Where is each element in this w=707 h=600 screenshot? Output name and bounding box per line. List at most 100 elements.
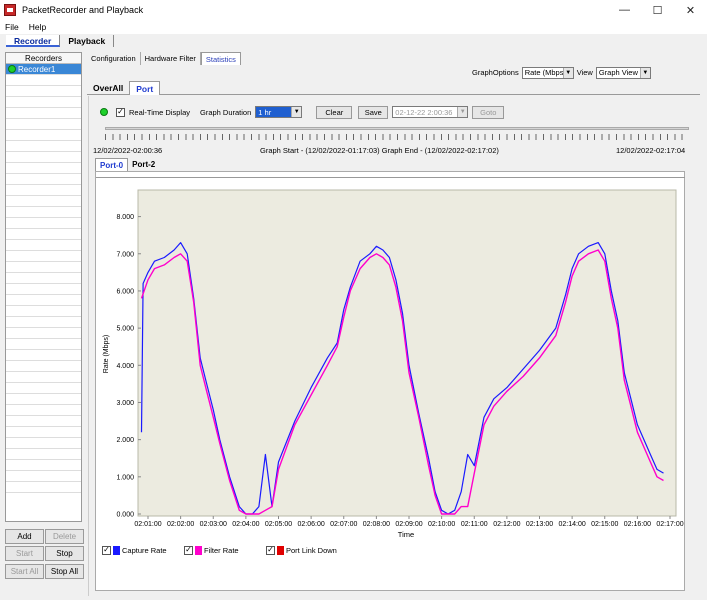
stop-button[interactable]: Stop <box>45 546 84 561</box>
minimize-button[interactable]: — <box>608 0 641 20</box>
stop-all-button[interactable]: Stop All <box>45 564 84 579</box>
list-empty-row <box>6 119 81 130</box>
x-axis-label: Time <box>398 530 414 539</box>
chevron-down-icon: ▼ <box>457 107 468 117</box>
legend-checkbox[interactable]: ✓ <box>266 545 275 555</box>
duration-select[interactable]: 1 hr ▼ <box>255 106 303 118</box>
x-tick-label: 02:10:00 <box>428 521 455 528</box>
clear-button[interactable]: Clear <box>316 105 353 119</box>
list-empty-row <box>6 427 81 438</box>
tab-overall[interactable]: OverAll <box>87 81 129 95</box>
datetime-value: 02-12-22 2:00:36 <box>395 107 453 117</box>
graph-controls: ✓ Real-Time Display Graph Duration 1 hr … <box>100 105 505 119</box>
list-empty-row <box>6 163 81 174</box>
recorders-list: Recorders Recorder1 <box>5 52 82 522</box>
legend-port-link-down[interactable]: ✓ Port Link Down <box>266 544 337 556</box>
graph-options: GraphOptions Rate (Mbps) ▼ View Graph Vi… <box>472 66 651 79</box>
status-led-icon <box>8 65 16 73</box>
list-empty-row <box>6 262 81 273</box>
list-empty-row <box>6 185 81 196</box>
list-empty-row <box>6 207 81 218</box>
tab-configuration[interactable]: Configuration <box>87 52 141 65</box>
tab-hardware-filter[interactable]: Hardware Filter <box>141 52 201 65</box>
recorder-item-label: Recorder1 <box>18 64 56 74</box>
x-tick-label: 02:07:00 <box>330 521 357 528</box>
start-all-button[interactable]: Start All <box>5 564 44 579</box>
goto-button[interactable]: Goto <box>472 105 505 119</box>
realtime-checkbox[interactable]: ✓ <box>116 107 125 117</box>
slider-ticks <box>105 134 689 140</box>
legend-label: Filter Rate <box>204 545 239 555</box>
x-tick-label: 02:12:00 <box>493 521 520 528</box>
list-empty-row <box>6 350 81 361</box>
y-axis-label: Rate (Mbps) <box>103 335 110 374</box>
legend-label: Capture Rate <box>122 545 167 555</box>
save-button[interactable]: Save <box>358 105 389 119</box>
legend-checkbox[interactable]: ✓ <box>102 545 111 555</box>
duration-select-value: 1 hr <box>258 107 272 117</box>
rate-select-value: Rate (Mbps) <box>524 68 566 77</box>
datetime-picker[interactable]: 02-12-22 2:00:36 ▼ <box>392 106 469 118</box>
view-select[interactable]: Graph View ▼ <box>595 66 651 79</box>
x-tick-label: 02:04:00 <box>232 521 259 528</box>
recorder-item[interactable]: Recorder1 <box>6 64 81 75</box>
title-bar: PacketRecorder and Playback — ☐ ✕ <box>0 0 707 20</box>
legend-swatch <box>277 545 284 555</box>
main-tabs: Recorder Playback <box>0 34 707 47</box>
view-label: View <box>576 68 593 77</box>
list-empty-row <box>6 86 81 97</box>
tab-recorder[interactable]: Recorder <box>6 35 61 47</box>
tab-playback[interactable]: Playback <box>60 35 115 47</box>
tab-port-2[interactable]: Port-2 <box>128 158 159 171</box>
list-empty-row <box>6 482 81 493</box>
y-tick-label: 4.000 <box>116 363 134 370</box>
app-icon <box>4 4 16 16</box>
list-empty-row <box>6 130 81 141</box>
x-tick-label: 02:02:00 <box>167 521 194 528</box>
recorders-header: Recorders <box>6 53 81 64</box>
x-tick-label: 02:08:00 <box>363 521 390 528</box>
list-empty-row <box>6 416 81 427</box>
time-slider[interactable] <box>103 124 691 142</box>
y-tick-label: 8.000 <box>116 214 134 221</box>
legend-checkbox[interactable]: ✓ <box>184 545 193 555</box>
chevron-down-icon: ▼ <box>639 67 650 78</box>
realtime-label: Real-Time Display <box>129 107 190 117</box>
list-empty-row <box>6 196 81 207</box>
start-button[interactable]: Start <box>5 546 44 561</box>
y-tick-label: 2.000 <box>116 437 134 444</box>
tab-statistics[interactable]: Statistics <box>200 52 241 65</box>
list-empty-row <box>6 361 81 372</box>
legend-swatch <box>113 545 120 555</box>
window-title: PacketRecorder and Playback <box>22 5 144 15</box>
list-empty-row <box>6 273 81 284</box>
list-empty-row <box>6 449 81 460</box>
y-tick-label: 6.000 <box>116 288 134 295</box>
tab-port[interactable]: Port <box>129 81 161 95</box>
menu-help[interactable]: Help <box>24 22 51 32</box>
chevron-down-icon: ▼ <box>562 67 573 78</box>
legend-filter-rate[interactable]: ✓ Filter Rate <box>184 544 239 556</box>
y-tick-label: 1.000 <box>116 474 134 481</box>
list-empty-row <box>6 141 81 152</box>
tab-port-0[interactable]: Port-0 <box>95 158 129 171</box>
list-empty-row <box>6 97 81 108</box>
legend-capture-rate[interactable]: ✓ Capture Rate <box>102 544 167 556</box>
port-sub-tabs: Port-0 Port-2 <box>95 158 159 171</box>
x-tick-label: 02:05:00 <box>265 521 292 528</box>
list-empty-row <box>6 317 81 328</box>
list-empty-row <box>6 174 81 185</box>
x-tick-label: 02:11:00 <box>461 521 488 528</box>
menu-file[interactable]: File <box>0 22 24 32</box>
list-empty-row <box>6 284 81 295</box>
list-empty-row <box>6 460 81 471</box>
add-button[interactable]: Add <box>5 529 44 544</box>
list-empty-row <box>6 394 81 405</box>
maximize-button[interactable]: ☐ <box>641 0 674 20</box>
slider-end-time: 12/02/2022-02:17:04 <box>616 146 686 155</box>
y-tick-label: 5.000 <box>116 326 134 333</box>
delete-button[interactable]: Delete <box>45 529 84 544</box>
rate-select[interactable]: Rate (Mbps) ▼ <box>521 66 574 79</box>
close-button[interactable]: ✕ <box>674 0 707 20</box>
x-tick-label: 02:13:00 <box>526 521 553 528</box>
